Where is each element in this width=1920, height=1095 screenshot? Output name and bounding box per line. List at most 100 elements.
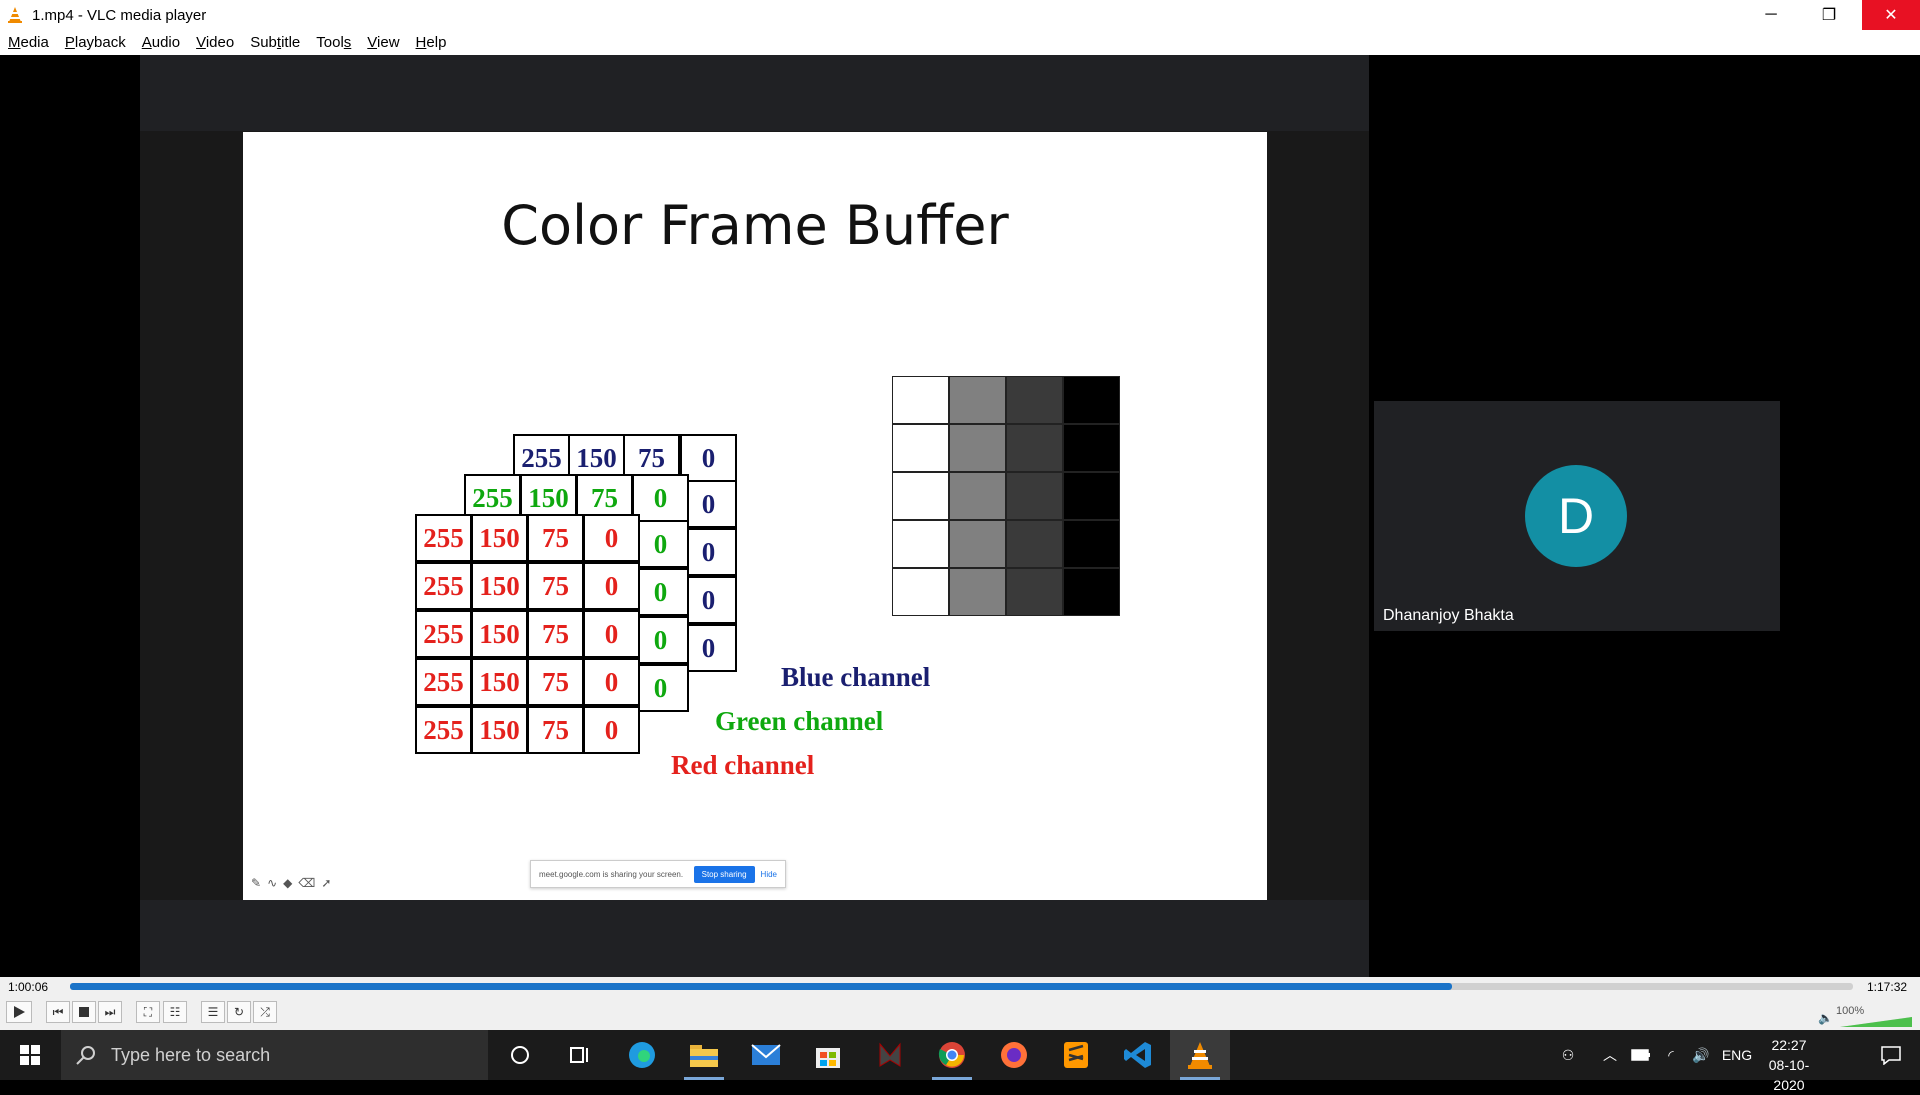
close-button[interactable]: ✕ (1862, 0, 1920, 30)
task-view-button[interactable] (550, 1030, 610, 1080)
grayscale-cell (1063, 376, 1120, 424)
firefox-taskbar-button[interactable] (984, 1030, 1044, 1080)
stop-sharing-button[interactable]: Stop sharing (693, 865, 755, 883)
video-area[interactable]: Color Frame Buffer 255 150 75 0 0 0 0 0 … (0, 55, 1920, 977)
highlighter-icon[interactable]: ◆ (283, 876, 292, 890)
stop-button[interactable] (72, 1001, 96, 1023)
store-taskbar-button[interactable] (798, 1030, 858, 1080)
grayscale-cell (892, 424, 949, 472)
seek-bar[interactable] (70, 983, 1853, 990)
menu-video[interactable]: Video (196, 34, 234, 51)
eraser-icon[interactable]: ⌫ (298, 876, 315, 890)
clock[interactable]: 22:27 08-10-2020 (1754, 1035, 1824, 1095)
seek-bar-progress (70, 983, 1452, 990)
fullscreen-button[interactable]: ⛶ (136, 1001, 160, 1023)
red-cell: 75 (527, 658, 584, 706)
menu-audio[interactable]: Audio (142, 34, 180, 51)
red-cell: 0 (583, 706, 640, 754)
folder-icon (690, 1045, 718, 1067)
vscode-taskbar-button[interactable] (1108, 1030, 1168, 1080)
grayscale-cell (949, 472, 1006, 520)
volume-icon: 🔊 (1692, 1046, 1710, 1063)
edge-taskbar-button[interactable] (612, 1030, 672, 1080)
wifi-icon: ◜ (1668, 1046, 1674, 1063)
menu-help[interactable]: Help (416, 34, 447, 51)
input-language[interactable]: ENG (1718, 1030, 1756, 1080)
menu-subtitle[interactable]: Subtitle (250, 34, 300, 51)
edge-icon (629, 1042, 655, 1068)
grayscale-cell (949, 424, 1006, 472)
network-button[interactable]: ◜ (1658, 1030, 1684, 1080)
extended-settings-button[interactable]: ☷ (163, 1001, 187, 1023)
hide-button[interactable]: Hide (761, 870, 777, 879)
sublime-taskbar-button[interactable] (1046, 1030, 1106, 1080)
green-cell: 0 (632, 664, 689, 712)
red-cell: 255 (415, 706, 472, 754)
red-channel-label: Red channel (671, 750, 815, 780)
show-hidden-icons-button[interactable]: ︿ (1598, 1030, 1622, 1080)
cortana-button[interactable] (490, 1030, 550, 1080)
volume-slider[interactable] (1840, 1017, 1912, 1027)
playlist-button[interactable]: ☰ (201, 1001, 225, 1023)
play-button[interactable] (6, 1001, 32, 1023)
menu-view[interactable]: View (367, 34, 399, 51)
speaker-icon[interactable]: 🔈 (1818, 1011, 1833, 1025)
previous-button[interactable]: ⏮ (46, 1001, 70, 1023)
firefox-icon (1001, 1042, 1027, 1068)
red-cell: 150 (471, 610, 528, 658)
draw-icon[interactable]: ∿ (267, 876, 277, 890)
window-title: 1.mp4 - VLC media player (32, 6, 207, 24)
menu-tools[interactable]: Tools (316, 34, 351, 51)
clock-date: 08-10-2020 (1768, 1057, 1810, 1093)
sublime-text-icon (1064, 1042, 1088, 1068)
grayscale-cell (1063, 424, 1120, 472)
green-cell: 0 (632, 474, 689, 522)
people-icon: ⚇ (1561, 1046, 1575, 1063)
pen-icon[interactable]: ✎ (251, 876, 261, 890)
taskbar-search[interactable]: Type here to search (61, 1030, 488, 1080)
minimize-button[interactable]: ─ (1742, 0, 1800, 30)
slide-title: Color Frame Buffer (501, 194, 1009, 257)
volume-label: 100% (1836, 1005, 1865, 1017)
predator-sense-taskbar-button[interactable] (860, 1030, 920, 1080)
mail-taskbar-button[interactable] (736, 1030, 796, 1080)
grayscale-cell (892, 568, 949, 616)
people-button[interactable]: ⚇ (1548, 1030, 1588, 1080)
avatar: D (1525, 465, 1627, 567)
predator-icon (879, 1042, 901, 1067)
green-channel-label: Green channel (715, 706, 884, 736)
sliders-icon: ☷ (169, 1005, 181, 1019)
mail-icon (751, 1044, 781, 1065)
chevron-up-icon: ︿ (1603, 1047, 1617, 1063)
menu-media[interactable]: Media (8, 34, 49, 51)
start-button[interactable] (0, 1030, 60, 1080)
red-cell: 150 (471, 562, 528, 610)
loop-button[interactable]: ↻ (227, 1001, 251, 1023)
red-cell: 75 (527, 514, 584, 562)
red-cell: 0 (583, 658, 640, 706)
action-center-button[interactable] (1862, 1030, 1920, 1080)
menu-bar: Media Playback Audio Video Subtitle Tool… (0, 30, 1920, 55)
pointer-icon[interactable]: ➚ (321, 876, 331, 890)
meet-bottom-band (140, 900, 1369, 977)
search-placeholder: Type here to search (111, 1044, 271, 1065)
red-cell: 0 (583, 562, 640, 610)
next-button[interactable]: ⏭ (98, 1001, 122, 1023)
shuffle-icon: ⤮ (260, 1004, 270, 1019)
grayscale-cell (1063, 568, 1120, 616)
grayscale-cell (1006, 568, 1063, 616)
playlist-icon: ☰ (207, 1005, 219, 1019)
red-cell: 150 (471, 658, 528, 706)
chrome-taskbar-button[interactable] (922, 1030, 982, 1080)
menu-playback[interactable]: Playback (65, 34, 126, 51)
vlc-taskbar-button[interactable] (1170, 1030, 1230, 1080)
restore-button[interactable]: ❐ (1800, 0, 1858, 30)
file-explorer-taskbar-button[interactable] (674, 1030, 734, 1080)
cortana-icon (511, 1046, 529, 1064)
loop-icon: ↻ (233, 1005, 245, 1019)
red-cell: 255 (415, 610, 472, 658)
volume-tray-button[interactable]: 🔊 (1688, 1030, 1714, 1080)
random-button[interactable]: ⤮ (253, 1001, 277, 1023)
battery-button[interactable] (1628, 1030, 1654, 1080)
grayscale-cell (1006, 424, 1063, 472)
